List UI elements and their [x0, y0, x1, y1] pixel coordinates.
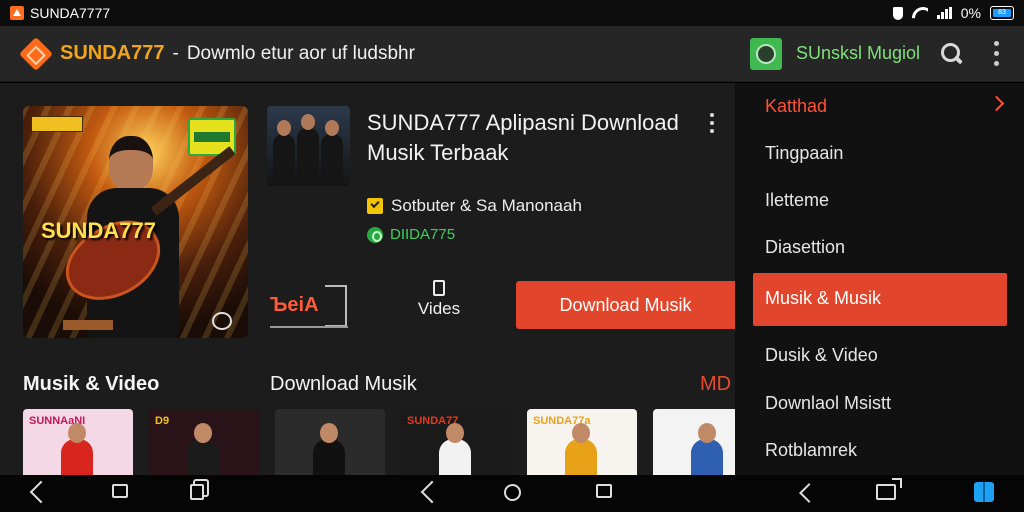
- frame-icon: [325, 285, 347, 327]
- section-title-download: Download Musik: [270, 373, 417, 395]
- media-card-figure: [565, 423, 597, 475]
- checkbox-icon[interactable]: [367, 198, 383, 214]
- app-cube-icon[interactable]: [974, 482, 994, 502]
- bell-action-button[interactable]: ЪeiA: [270, 283, 348, 328]
- phone-icon: [433, 280, 445, 296]
- battery-percent: 0%: [960, 5, 981, 21]
- artist-name: Sotbuter & Sa Manonaah: [391, 196, 582, 215]
- app-notification-icon: [10, 6, 24, 20]
- channel-row: DIIDA775: [367, 226, 455, 243]
- app-logo-icon: [19, 36, 53, 71]
- media-card-figure: [313, 423, 345, 475]
- top-app-bar: SUNDA777 - Dowmlo etur aor uf ludsbhr SU…: [0, 26, 1024, 82]
- expand-icon[interactable]: [876, 478, 902, 500]
- drawer-item[interactable]: Diasettion: [765, 237, 845, 258]
- section-more-link[interactable]: MD: [700, 373, 731, 396]
- download-button[interactable]: Download Musik: [516, 281, 735, 329]
- drawer-item-label: Musik & Musik: [765, 288, 882, 308]
- brand-name: SUNDA777: [60, 42, 165, 64]
- search-icon[interactable]: [940, 42, 964, 66]
- video-action-label: Vides: [417, 299, 461, 318]
- media-card-figure: [187, 423, 219, 475]
- artist-row: Sotbuter & Sa Manonaah: [367, 196, 582, 216]
- video-action-button[interactable]: Vides: [408, 280, 470, 328]
- channel-icon: [367, 226, 383, 243]
- media-card[interactable]: SUNDA77: [401, 409, 511, 475]
- overview-icon[interactable]: [596, 484, 612, 498]
- more-options-icon[interactable]: [994, 41, 1000, 66]
- channel-name[interactable]: DIIDA775: [390, 226, 455, 243]
- drawer-item[interactable]: Dusik & Video: [765, 345, 878, 366]
- album-top-badge: [31, 116, 83, 132]
- page-title: Dowmlo etur aor uf ludsbhr: [186, 42, 415, 64]
- media-card-caption: D9: [155, 415, 170, 427]
- drawer-item[interactable]: Rotblamrek: [765, 440, 857, 461]
- bell-action-label: ЪeiA: [270, 293, 319, 316]
- recent-apps-icon[interactable]: [190, 484, 204, 500]
- album-cover-title: SUNDA777: [41, 218, 156, 243]
- back-icon-2[interactable]: [420, 480, 444, 504]
- chevron-right-icon[interactable]: [988, 95, 1005, 112]
- status-app-name: SUNDA7777: [30, 5, 111, 21]
- wifi-icon: [912, 7, 928, 19]
- media-card-figure: [691, 423, 723, 475]
- square-icon[interactable]: [112, 484, 128, 498]
- status-bar: SUNDA7777 0% 83: [0, 0, 1024, 26]
- media-card-figure: [439, 423, 471, 475]
- side-drawer: Katthad Tingpaain Iletteme Diasettion Musik …: [735, 83, 1024, 475]
- drawer-item[interactable]: Iletteme: [765, 190, 829, 211]
- featured-album-cover[interactable]: SUNDA777: [23, 106, 248, 338]
- track-title: SUNDA777 Aplipasni Download Musik Terbaa…: [367, 110, 679, 165]
- main-content: SUNDA777 SUNDA777 Aplipasni Download Mus…: [0, 83, 763, 475]
- drawer-item[interactable]: Tingpaain: [765, 143, 843, 164]
- back-icon[interactable]: [29, 480, 53, 504]
- media-card[interactable]: SUNDA77a: [527, 409, 637, 475]
- drawer-item[interactable]: Downlaol Msistt: [765, 393, 891, 414]
- media-card[interactable]: [275, 409, 385, 475]
- media-card[interactable]: SUNNAaNI: [23, 409, 133, 475]
- signal-icon: [936, 7, 952, 19]
- back-icon-3[interactable]: [800, 484, 818, 500]
- separator: -: [172, 42, 179, 64]
- drawer-item-active[interactable]: Musik & Musik: [753, 273, 1007, 326]
- home-icon[interactable]: [504, 484, 521, 501]
- album-footer-text: [63, 320, 113, 330]
- section-title-music-video: Musik & Video: [23, 373, 160, 395]
- search-app-icon[interactable]: [749, 37, 782, 70]
- media-card[interactable]: D9: [149, 409, 259, 475]
- navigation-bar: [0, 475, 1024, 512]
- battery-badge: 83: [993, 9, 1011, 17]
- search-label[interactable]: SUnsksl Mugiol: [796, 43, 920, 64]
- track-more-icon[interactable]: [710, 113, 716, 133]
- track-thumbnail[interactable]: [267, 106, 350, 186]
- drawer-item[interactable]: Katthad: [765, 96, 827, 117]
- album-logo-icon: [212, 312, 232, 330]
- battery-icon: 83: [990, 6, 1014, 20]
- shield-icon: [892, 6, 903, 20]
- media-card-figure: [61, 423, 93, 475]
